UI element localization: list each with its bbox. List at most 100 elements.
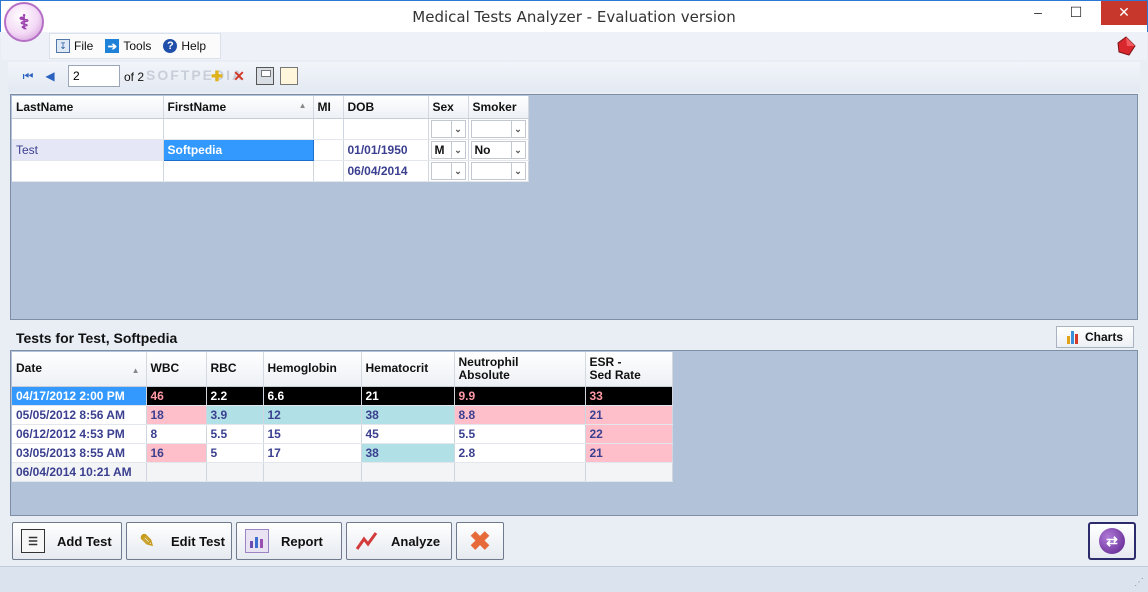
col-mi[interactable]: MI: [313, 96, 344, 119]
cell-hematocrit[interactable]: [361, 462, 455, 482]
patient-row[interactable]: Test Softpedia 01/01/1950 M ⌄ No ⌄: [12, 138, 529, 161]
cell-esr[interactable]: 22: [585, 424, 673, 444]
edit-test-button[interactable]: ✎ Edit Test: [126, 522, 232, 560]
cell-neutrophil[interactable]: 8.8: [454, 405, 586, 425]
cell-sex[interactable]: ⌄: [428, 118, 469, 140]
menu-file[interactable]: ↧ File: [56, 39, 93, 53]
resize-grip-icon[interactable]: ⋰: [1134, 577, 1144, 588]
test-row[interactable]: 03/05/2013 8:55 AM 16 5 17 38 2.8 21: [12, 443, 673, 463]
add-test-button[interactable]: ☰ Add Test: [12, 522, 122, 560]
cell-wbc[interactable]: 18: [146, 405, 207, 425]
cell-hemoglobin[interactable]: [263, 462, 362, 482]
col-sex[interactable]: Sex: [428, 96, 469, 119]
delete-test-button[interactable]: ✖: [456, 522, 504, 560]
record-position-input[interactable]: [68, 65, 120, 87]
minimize-button[interactable]: –: [1021, 1, 1055, 25]
cell-hemoglobin[interactable]: 17: [263, 443, 362, 463]
app-logo-icon[interactable]: ⚕: [4, 2, 44, 42]
smoker-dropdown[interactable]: No ⌄: [470, 140, 526, 159]
analyze-button[interactable]: Analyze: [346, 522, 452, 560]
close-button[interactable]: ✕: [1101, 1, 1147, 25]
cell-rbc[interactable]: 2.2: [206, 386, 264, 406]
sex-dropdown[interactable]: M ⌄: [430, 140, 466, 159]
previous-record-icon[interactable]: ◀: [42, 68, 58, 84]
chevron-down-icon[interactable]: ⌄: [450, 141, 465, 158]
cell-mi[interactable]: [313, 139, 344, 161]
cell-hemoglobin[interactable]: 6.6: [263, 386, 362, 406]
cell-rbc[interactable]: [206, 462, 264, 482]
menu-tools[interactable]: ➔ Tools: [105, 39, 151, 53]
cell-esr[interactable]: 33: [585, 386, 673, 406]
cell-hemoglobin[interactable]: 12: [263, 405, 362, 425]
shape-icon[interactable]: [1115, 35, 1137, 57]
cell-dob[interactable]: 01/01/1950: [343, 139, 429, 161]
cell-date[interactable]: 05/05/2012 8:56 AM: [12, 405, 147, 425]
cell-neutrophil[interactable]: 5.5: [454, 424, 586, 444]
patient-row[interactable]: ⌄ ⌄: [12, 118, 529, 140]
cell-hematocrit[interactable]: 21: [361, 386, 455, 406]
cell-esr[interactable]: 21: [585, 405, 673, 425]
cell-dob[interactable]: 06/04/2014: [343, 160, 429, 182]
col-rbc[interactable]: RBC: [206, 352, 264, 387]
col-hemoglobin[interactable]: Hemoglobin: [263, 352, 362, 387]
sex-dropdown[interactable]: ⌄: [430, 119, 466, 138]
cell-firstname[interactable]: [163, 118, 314, 140]
cell-neutrophil[interactable]: 2.8: [454, 443, 586, 463]
delete-record-icon[interactable]: ✕: [230, 67, 248, 85]
maximize-button[interactable]: ☐: [1059, 1, 1093, 25]
find-icon[interactable]: [280, 67, 298, 85]
cell-mi[interactable]: [313, 118, 344, 140]
col-dob[interactable]: DOB: [343, 96, 429, 119]
col-wbc[interactable]: WBC: [146, 352, 207, 387]
cell-dob[interactable]: [343, 118, 429, 140]
smoker-dropdown[interactable]: ⌄: [470, 119, 526, 138]
cell-wbc[interactable]: 8: [146, 424, 207, 444]
cell-smoker[interactable]: ⌄: [468, 118, 529, 140]
cell-firstname[interactable]: Softpedia: [162, 138, 314, 161]
col-neutrophil[interactable]: Neutrophil Absolute: [454, 352, 586, 387]
chevron-down-icon[interactable]: ⌄: [510, 162, 525, 179]
test-row[interactable]: 06/04/2014 10:21 AM: [12, 462, 673, 482]
menu-help[interactable]: ? Help: [163, 39, 206, 53]
cell-lastname[interactable]: Test: [12, 139, 164, 161]
cell-mi[interactable]: [313, 160, 344, 182]
cell-wbc[interactable]: 16: [146, 443, 207, 463]
cell-rbc[interactable]: 5.5: [206, 424, 264, 444]
cell-esr[interactable]: 21: [585, 443, 673, 463]
cell-date[interactable]: 06/04/2014 10:21 AM: [12, 462, 147, 482]
cell-firstname[interactable]: [163, 160, 314, 182]
cell-date[interactable]: 06/12/2012 4:53 PM: [12, 424, 147, 444]
cell-hemoglobin[interactable]: 15: [263, 424, 362, 444]
cell-wbc[interactable]: [146, 462, 207, 482]
cell-sex[interactable]: ⌄: [428, 160, 469, 182]
cell-smoker[interactable]: ⌄: [468, 160, 529, 182]
test-row[interactable]: 05/05/2012 8:56 AM 18 3.9 12 38 8.8 21: [12, 405, 673, 425]
cell-smoker[interactable]: No ⌄: [468, 139, 529, 161]
exit-button[interactable]: ⇄: [1088, 522, 1136, 560]
col-firstname[interactable]: FirstName ▲: [163, 96, 314, 119]
patient-row[interactable]: 06/04/2014 ⌄ ⌄: [12, 160, 529, 182]
add-record-icon[interactable]: ✚: [208, 67, 226, 85]
cell-rbc[interactable]: 3.9: [206, 405, 264, 425]
chevron-down-icon[interactable]: ⌄: [450, 162, 465, 179]
save-icon[interactable]: [256, 67, 274, 85]
smoker-dropdown[interactable]: ⌄: [470, 161, 526, 180]
chevron-down-icon[interactable]: ⌄: [450, 120, 465, 137]
col-date[interactable]: Date ▲: [12, 352, 147, 387]
col-hematocrit[interactable]: Hematocrit: [361, 352, 455, 387]
cell-wbc[interactable]: 46: [146, 386, 207, 406]
cell-lastname[interactable]: [12, 118, 164, 140]
col-esr[interactable]: ESR - Sed Rate: [585, 352, 673, 387]
cell-hematocrit[interactable]: 38: [361, 405, 455, 425]
test-row[interactable]: 06/12/2012 4:53 PM 8 5.5 15 45 5.5 22: [12, 424, 673, 444]
cell-neutrophil[interactable]: [454, 462, 586, 482]
charts-button[interactable]: Charts: [1056, 326, 1134, 348]
col-smoker[interactable]: Smoker: [468, 96, 529, 119]
cell-rbc[interactable]: 5: [206, 443, 264, 463]
cell-esr[interactable]: [585, 462, 673, 482]
cell-date[interactable]: 03/05/2013 8:55 AM: [12, 443, 147, 463]
cell-hematocrit[interactable]: 45: [361, 424, 455, 444]
chevron-down-icon[interactable]: ⌄: [510, 141, 525, 158]
col-lastname[interactable]: LastName: [12, 96, 164, 119]
cell-neutrophil[interactable]: 9.9: [454, 386, 586, 406]
